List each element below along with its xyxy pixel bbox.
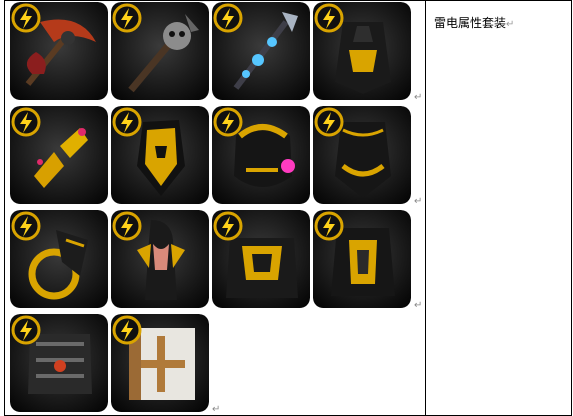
heavy-armor-icon <box>212 210 310 308</box>
lightning-badge-icon <box>314 211 344 241</box>
row1-paragraph-mark: ↵ <box>414 92 423 103</box>
black-armor-icon <box>313 2 411 100</box>
lightning-badge-icon <box>213 211 243 241</box>
set-name-label: 雷电属性套装↵ <box>434 14 514 31</box>
table-column-divider <box>425 0 426 416</box>
scythe-weapon-icon <box>10 2 108 100</box>
table-right-border <box>571 0 572 416</box>
row2-paragraph-mark: ↵ <box>414 196 423 207</box>
black-gold-helmet-icon <box>313 106 411 204</box>
skull-staff-icon <box>111 2 209 100</box>
female-armor-icon <box>111 210 209 308</box>
lightning-badge-icon <box>11 211 41 241</box>
crystal-spear-icon <box>212 2 310 100</box>
gold-mask-helmet-icon <box>111 106 209 204</box>
lightning-badge-icon <box>112 107 142 137</box>
set-name-text: 雷电属性套装 <box>434 16 507 30</box>
paragraph-mark: ↵ <box>506 19 515 30</box>
gold-claw-gloves-icon <box>10 106 108 204</box>
row4-paragraph-mark: ↵ <box>212 404 221 415</box>
white-cross-shield-icon <box>111 314 209 412</box>
lightning-badge-icon <box>11 315 41 345</box>
table-left-border <box>4 0 5 416</box>
row3-paragraph-mark: ↵ <box>414 300 423 311</box>
lightning-badge-icon <box>112 3 142 33</box>
gold-gem-helmet-icon <box>212 106 310 204</box>
lightning-badge-icon <box>213 3 243 33</box>
lightning-badge-icon <box>314 3 344 33</box>
gold-ring-gauntlet-icon <box>10 210 108 308</box>
lightning-badge-icon <box>213 107 243 137</box>
lightning-badge-icon <box>11 107 41 137</box>
table-top-border <box>4 0 571 1</box>
lightning-badge-icon <box>112 315 142 345</box>
lightning-badge-icon <box>314 107 344 137</box>
lightning-badge-icon <box>112 211 142 241</box>
dark-shield-icon <box>10 314 108 412</box>
lightning-badge-icon <box>11 3 41 33</box>
chest-armor-icon <box>313 210 411 308</box>
